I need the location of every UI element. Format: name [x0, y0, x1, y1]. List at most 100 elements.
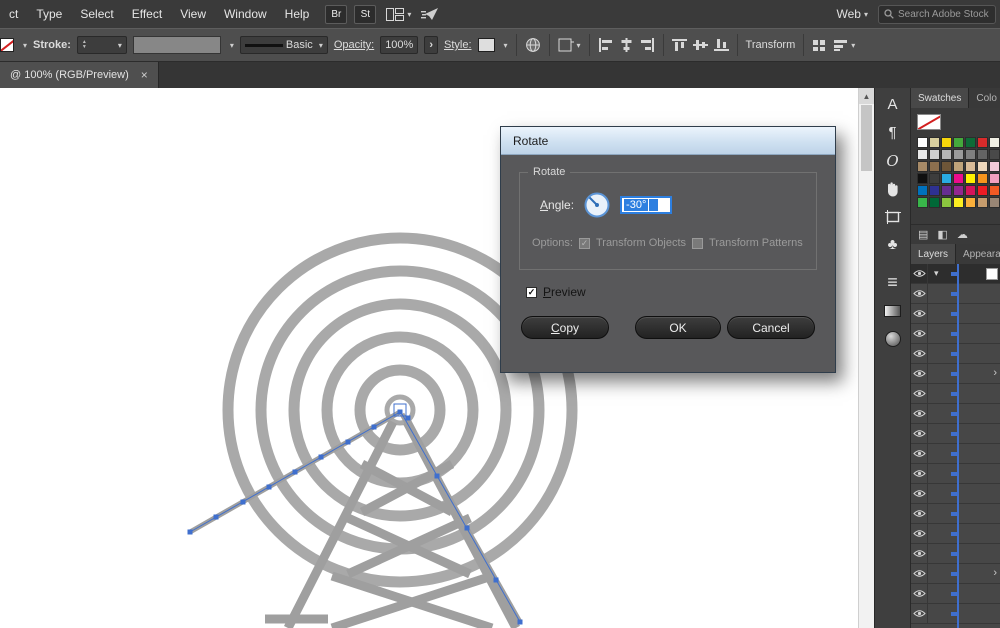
tab-layers[interactable]: Layers	[911, 244, 956, 264]
visibility-eye-icon[interactable]	[911, 524, 928, 543]
visibility-eye-icon[interactable]	[911, 504, 928, 523]
swatch-libraries-icon[interactable]: ▤	[918, 228, 928, 241]
opacity-label[interactable]: Opacity:	[334, 39, 374, 51]
hand-tool-icon[interactable]	[880, 177, 906, 200]
cancel-button[interactable]: Cancel	[727, 316, 815, 339]
layer-row[interactable]: ›	[911, 564, 1000, 584]
swatch[interactable]	[953, 185, 964, 196]
bridge-button[interactable]: Br	[325, 5, 347, 24]
swatch[interactable]	[929, 197, 940, 208]
visibility-eye-icon[interactable]	[911, 344, 928, 363]
visibility-eye-icon[interactable]	[911, 484, 928, 503]
swatch[interactable]	[953, 173, 964, 184]
menu-item[interactable]: View	[171, 0, 215, 28]
arrange-documents-button[interactable]: ▾	[386, 8, 411, 21]
close-tab-icon[interactable]: ×	[141, 68, 148, 82]
layer-row[interactable]	[911, 484, 1000, 504]
canvas[interactable]: Rotate Rotate Angle: -30°	[0, 88, 858, 628]
visibility-eye-icon[interactable]	[911, 304, 928, 323]
visibility-eye-icon[interactable]	[911, 324, 928, 343]
visibility-eye-icon[interactable]	[911, 544, 928, 563]
swatch[interactable]	[953, 161, 964, 172]
swatch[interactable]	[977, 149, 988, 160]
opentype-panel-icon[interactable]: O	[880, 149, 906, 172]
swatch[interactable]	[965, 149, 976, 160]
scroll-up-icon[interactable]: ▲	[859, 88, 874, 104]
visibility-eye-icon[interactable]	[911, 264, 928, 283]
swatch[interactable]	[953, 197, 964, 208]
brush-definition-dropdown[interactable]	[133, 36, 221, 54]
chevron-right-icon[interactable]: ›	[993, 367, 997, 379]
layer-row[interactable]	[911, 324, 1000, 344]
menu-item[interactable]: Help	[276, 0, 319, 28]
swatch[interactable]	[965, 173, 976, 184]
transform-objects-checkbox[interactable]: ✓	[579, 238, 590, 249]
swatch[interactable]	[965, 161, 976, 172]
chevron-down-icon[interactable]: ▾	[230, 41, 234, 50]
swatch[interactable]	[965, 197, 976, 208]
layer-row[interactable]	[911, 464, 1000, 484]
swatch[interactable]	[977, 185, 988, 196]
layer-row[interactable]	[911, 544, 1000, 564]
chevron-right-icon[interactable]: ›	[993, 567, 997, 579]
stock-button[interactable]: St	[354, 5, 376, 24]
swatch[interactable]	[965, 185, 976, 196]
swatch[interactable]	[989, 173, 1000, 184]
more-options-button[interactable]: ▾	[833, 39, 855, 52]
chevron-down-icon[interactable]: ▾	[118, 41, 122, 50]
swatch[interactable]	[953, 149, 964, 160]
swatch[interactable]	[941, 185, 952, 196]
align-middle-button[interactable]	[693, 38, 708, 52]
angle-dial[interactable]	[583, 191, 611, 219]
swatch[interactable]	[977, 161, 988, 172]
swatch[interactable]	[929, 185, 940, 196]
share-button[interactable]	[421, 7, 439, 21]
isolate-mode-button[interactable]	[812, 39, 827, 52]
vertical-scrollbar[interactable]: ▲	[858, 88, 874, 628]
visibility-eye-icon[interactable]	[911, 384, 928, 403]
layer-row[interactable]	[911, 424, 1000, 444]
opacity-value-field[interactable]: 100%	[380, 36, 418, 54]
swatch[interactable]	[917, 161, 928, 172]
swatch[interactable]	[917, 173, 928, 184]
menu-item[interactable]: Effect	[123, 0, 171, 28]
recolor-artwork-button[interactable]	[525, 37, 541, 53]
angle-input[interactable]: -30°	[620, 196, 672, 214]
paragraph-panel-icon[interactable]: ¶	[880, 121, 906, 144]
menu-item[interactable]: ct	[0, 0, 27, 28]
layer-row[interactable]	[911, 604, 1000, 624]
swatch[interactable]	[941, 149, 952, 160]
menu-item[interactable]: Select	[71, 0, 122, 28]
style-label[interactable]: Style:	[444, 39, 472, 51]
visibility-eye-icon[interactable]	[911, 464, 928, 483]
layer-row[interactable]: ›	[911, 364, 1000, 384]
navigator-panel-icon[interactable]	[880, 327, 906, 350]
align-center-button[interactable]	[619, 38, 634, 52]
none-swatch[interactable]	[917, 114, 941, 130]
swatch[interactable]	[917, 149, 928, 160]
menu-item[interactable]: Window	[215, 0, 276, 28]
swatch[interactable]	[989, 197, 1000, 208]
layer-row[interactable]: ▾	[911, 264, 1000, 284]
swatch[interactable]	[989, 149, 1000, 160]
cloud-sync-icon[interactable]: ☁	[957, 228, 968, 241]
swatch[interactable]	[989, 185, 1000, 196]
scrollbar-thumb[interactable]	[861, 105, 872, 171]
layer-row[interactable]	[911, 304, 1000, 324]
document-setup-button[interactable]: ▾	[558, 38, 581, 52]
visibility-eye-icon[interactable]	[911, 404, 928, 423]
layer-row[interactable]	[911, 444, 1000, 464]
search-adobe-stock-input[interactable]: Search Adobe Stock	[878, 5, 996, 24]
align-top-button[interactable]	[672, 38, 687, 52]
ok-button[interactable]: OK	[635, 316, 721, 339]
fill-none-swatch[interactable]	[0, 38, 14, 52]
visibility-eye-icon[interactable]	[911, 424, 928, 443]
align-right-button[interactable]	[640, 38, 655, 52]
visibility-eye-icon[interactable]	[911, 284, 928, 303]
preview-checkbox[interactable]: ✓	[526, 287, 537, 298]
dialog-title-bar[interactable]: Rotate	[501, 127, 835, 155]
stroke-panel-icon[interactable]: ≡	[880, 271, 906, 294]
swatch-kinds-icon[interactable]: ◧	[937, 228, 947, 241]
visibility-eye-icon[interactable]	[911, 444, 928, 463]
layer-row[interactable]	[911, 524, 1000, 544]
